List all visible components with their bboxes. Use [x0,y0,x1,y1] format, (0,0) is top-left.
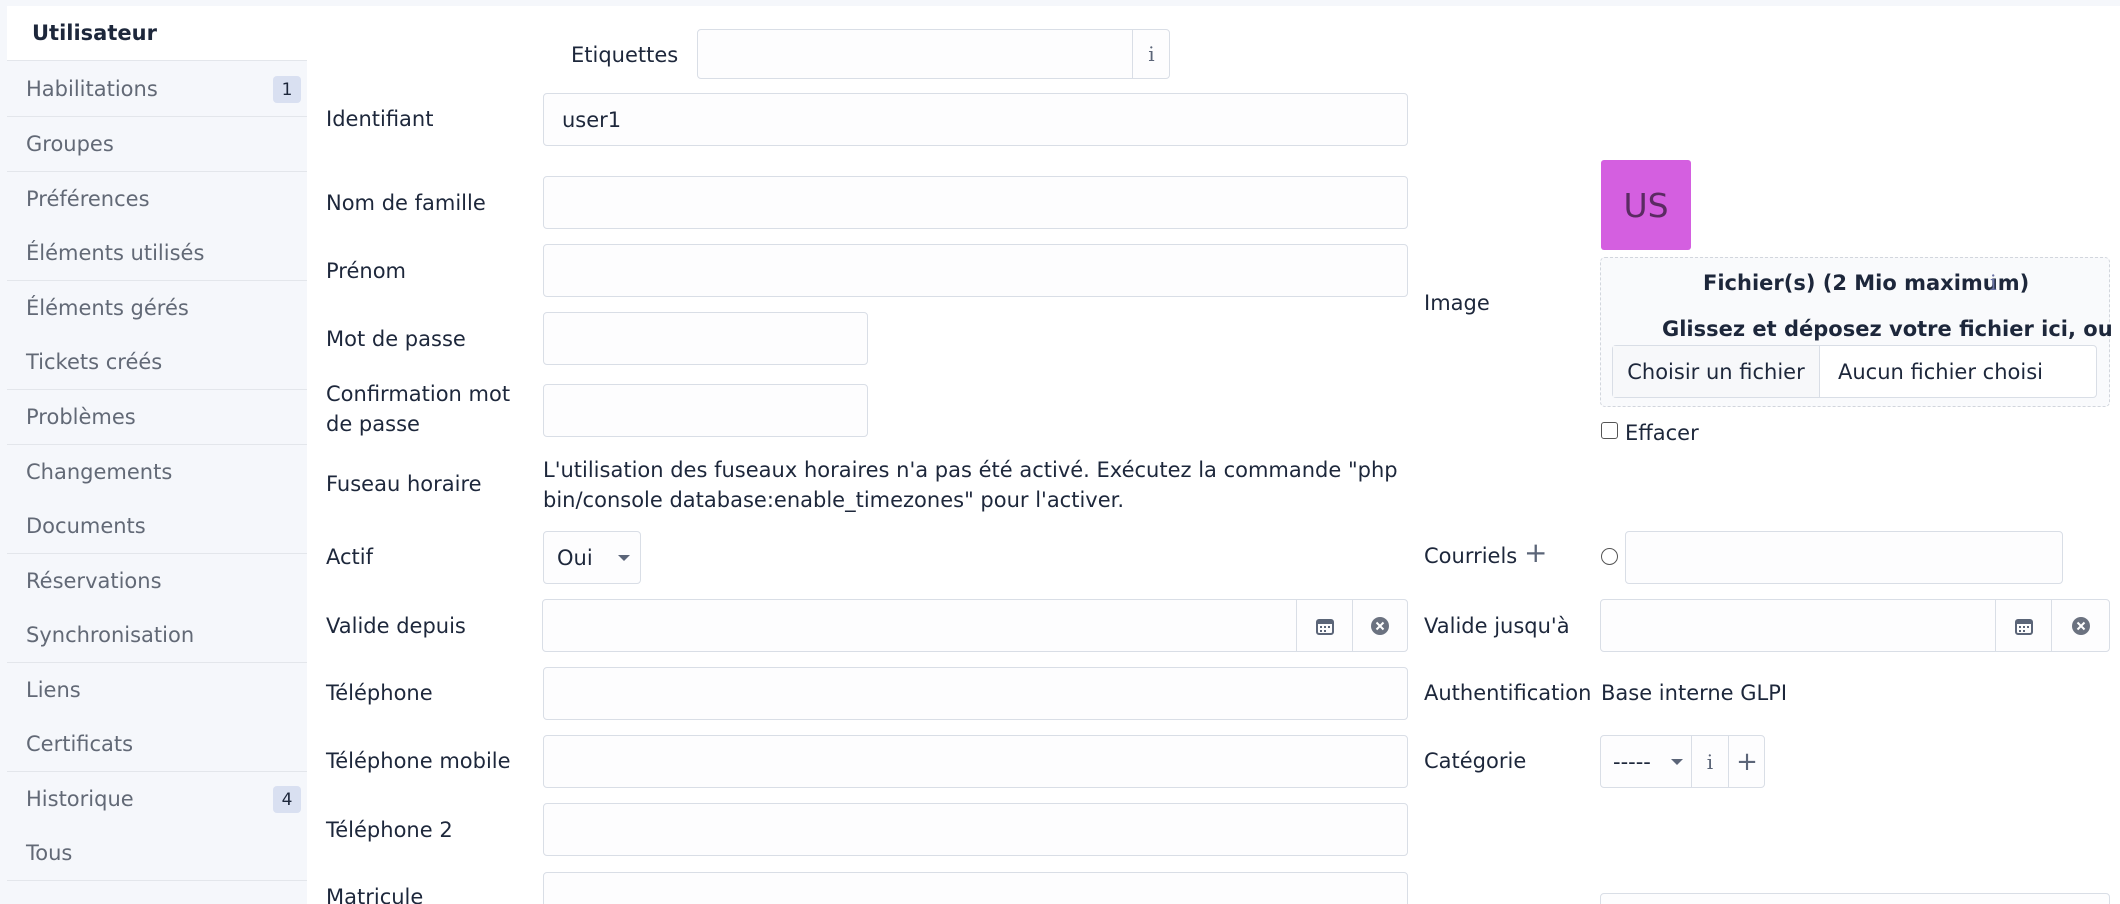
plus-icon[interactable]: + [1728,736,1765,787]
tab-label: Documents [26,514,146,538]
bottom-right-input[interactable] [1600,893,2110,904]
sidebar-tabs: Utilisateur Habilitations 1 Groupes Préfé… [7,6,307,881]
info-icon[interactable]: i [1691,736,1728,787]
identifiant-label: Identifiant [326,107,434,131]
nom-label: Nom de famille [326,191,486,215]
plus-icon[interactable]: + [1524,538,1547,568]
tab-label: Tickets créés [26,350,163,374]
valid-from-input[interactable] [542,599,1408,652]
email-input[interactable] [1625,531,2063,584]
tab-label: Problèmes [26,405,136,429]
clear-date-icon[interactable] [1352,600,1407,651]
calendar-icon[interactable] [1995,600,2051,651]
timezone-label: Fuseau horaire [326,472,482,496]
tab-problemes[interactable]: Problèmes [7,390,307,445]
tab-label: Certificats [26,732,134,756]
timezone-message-line-2: bin/console database:enable_timezones" p… [543,488,1125,512]
tab-label: Éléments gérés [26,296,189,320]
tab-liens[interactable]: Liens [7,663,307,718]
tab-utilisateur[interactable]: Utilisateur [7,6,307,61]
phone-input[interactable] [543,667,1408,720]
clear-image-label: Effacer [1625,421,1699,445]
password-label: Mot de passe [326,327,466,351]
tab-label: Historique [26,787,134,811]
tab-label: Synchronisation [26,623,195,647]
phone2-label: Téléphone 2 [326,818,453,842]
actif-select[interactable]: Oui [543,531,641,584]
tab-elements-utilises[interactable]: Éléments utilisés [7,226,307,281]
default-email-radio[interactable] [1601,548,1618,565]
etiquettes-label: Etiquettes [571,43,679,67]
choose-file-button[interactable]: Choisir un fichier [1613,346,1820,397]
tab-label: Liens [26,678,81,702]
tab-label: Éléments utilisés [26,241,205,265]
tab-historique[interactable]: Historique 4 [7,772,307,827]
calendar-icon[interactable] [1296,600,1352,651]
tab-certificats[interactable]: Certificats [7,717,307,772]
timezone-message-line-1: L'utilisation des fuseaux horaires n'a p… [543,458,1398,482]
tab-tous[interactable]: Tous [7,826,307,881]
prenom-input[interactable] [543,244,1408,297]
password-input[interactable] [543,312,868,365]
mobile-input[interactable] [543,735,1408,788]
emails-label: Courriels [1424,544,1518,568]
tab-habilitations[interactable]: Habilitations 1 [7,62,307,117]
tab-label: Changements [26,460,173,484]
chevron-down-icon [618,555,630,561]
tab-synchronisation[interactable]: Synchronisation [7,608,307,663]
auth-label: Authentification [1424,681,1592,705]
tab-preferences[interactable]: Préférences [7,172,307,227]
actif-select-value: Oui [557,545,593,570]
tab-label: Préférences [26,187,150,211]
image-label: Image [1424,291,1490,315]
chevron-down-icon [1671,759,1683,765]
tab-label: Utilisateur [32,21,157,45]
valid-from-label: Valide depuis [326,614,466,638]
tab-tickets-crees[interactable]: Tickets créés [7,335,307,390]
tab-label: Groupes [26,132,114,156]
upload-hint: Glissez et déposez votre fichier ici, ou [1662,317,2113,341]
avatar: US [1601,160,1691,250]
category-label: Catégorie [1424,749,1527,773]
tab-elements-geres[interactable]: Éléments gérés [7,281,307,336]
tab-documents[interactable]: Documents [7,499,307,554]
etiquettes-input[interactable] [697,29,1170,79]
tab-label: Habilitations [26,77,158,101]
auth-value: Base interne GLPI [1601,681,1788,705]
password-confirm-label-1: Confirmation mot [326,382,511,406]
actif-label: Actif [326,545,374,569]
mobile-label: Téléphone mobile [326,749,511,773]
nom-input[interactable] [543,176,1408,229]
count-badge: 4 [273,786,301,813]
count-badge: 1 [273,76,301,103]
tab-label: Tous [26,841,73,865]
upload-title: Fichier(s) (2 Mio maximum) [1703,271,2030,295]
tab-reservations[interactable]: Réservations [7,554,307,609]
valid-until-label: Valide jusqu'à [1424,614,1570,638]
phone2-input[interactable] [543,803,1408,856]
info-icon[interactable]: i [1132,30,1170,78]
password-confirm-input[interactable] [543,384,868,437]
clear-image-checkbox[interactable] [1601,422,1618,439]
info-icon[interactable]: i [1990,268,1997,298]
file-input[interactable]: Choisir un fichier Aucun fichier choisi [1612,345,2097,398]
identifiant-input[interactable]: user1 [543,93,1408,146]
phone-label: Téléphone [326,681,433,705]
no-file-text: Aucun fichier choisi [1838,359,2043,384]
matricule-input[interactable] [543,872,1408,904]
category-select-value: ----- [1613,749,1651,774]
tab-label: Réservations [26,569,162,593]
password-confirm-label-2: de passe [326,412,420,436]
tab-changements[interactable]: Changements [7,445,307,500]
tab-groupes[interactable]: Groupes [7,117,307,172]
prenom-label: Prénom [326,259,407,283]
clear-date-icon[interactable] [2051,600,2109,651]
matricule-label: Matricule [326,885,424,904]
